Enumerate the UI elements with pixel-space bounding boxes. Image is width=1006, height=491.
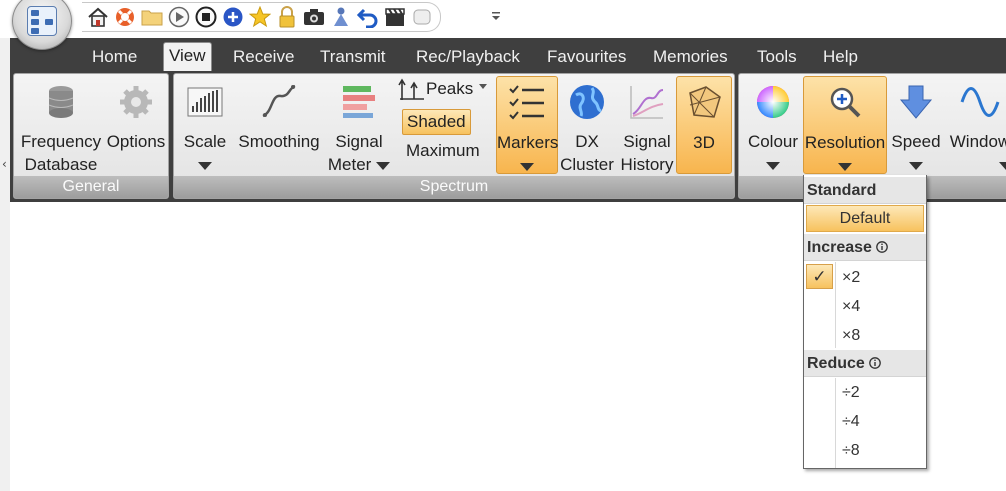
peaks-button[interactable]: Peaks [398, 78, 496, 102]
3d-button[interactable]: 3D [676, 76, 732, 174]
gear-icon [120, 86, 152, 118]
peaks-dropdown-icon[interactable] [478, 83, 488, 91]
menu-item-x8[interactable]: ×8 [804, 321, 926, 350]
tab-receive[interactable]: Receive [233, 46, 294, 71]
menu-item-default[interactable]: Default [806, 205, 924, 232]
globe-icon [570, 85, 604, 119]
ribbon-tab-strip: Home View Receive Transmit Rec/Playback … [10, 38, 1006, 71]
frequency-database-button[interactable]: Frequency Database [18, 76, 104, 174]
group-title-spectrum: Spectrum [174, 176, 734, 198]
star-icon[interactable] [248, 5, 272, 29]
tab-view[interactable]: View [163, 42, 212, 71]
tab-help[interactable]: Help [823, 46, 858, 71]
window-button[interactable]: Window [945, 76, 1006, 174]
maximum-toggle[interactable]: Maximum [406, 140, 480, 162]
tab-favourites[interactable]: Favourites [547, 46, 626, 71]
options-button[interactable]: Options [104, 76, 168, 174]
info-icon [876, 241, 889, 253]
group-spectrum: Scale Smoothing Signal Meter Peaks Shade… [173, 73, 735, 199]
colour-wheel-icon [757, 86, 789, 118]
markers-icon [509, 85, 544, 120]
clapper-icon[interactable] [383, 5, 407, 29]
edge-mark: ‹ [2, 157, 7, 171]
tab-home[interactable]: Home [92, 46, 137, 71]
scale-dropdown-caret[interactable] [180, 154, 230, 176]
tab-memories[interactable]: Memories [653, 46, 728, 71]
menu-header-standard: Standard [804, 177, 926, 204]
3d-icon [689, 86, 721, 118]
stop-icon[interactable] [194, 5, 218, 29]
peaks-icon [398, 78, 424, 100]
menu-item-div8[interactable]: ÷8 [804, 436, 926, 465]
arrow-down-icon [899, 85, 933, 119]
database-icon [48, 86, 74, 118]
app-logo-icon [27, 6, 57, 36]
menu-header-reduce: Reduce [804, 350, 926, 377]
window-dropdown-caret[interactable] [945, 154, 1006, 176]
record-icon[interactable] [410, 5, 434, 29]
shaded-toggle[interactable]: Shaded [402, 109, 471, 135]
window-left-edge [0, 38, 10, 491]
signal-history-icon [630, 86, 664, 119]
dx-cluster-button[interactable]: DX Cluster [560, 76, 614, 174]
lock-icon[interactable] [275, 5, 299, 29]
group-general: Frequency Database Options General [13, 73, 169, 199]
colour-dropdown-caret[interactable] [745, 154, 801, 176]
smoothing-icon [262, 84, 296, 118]
quick-access-icons [82, 2, 441, 32]
info-icon [869, 357, 882, 369]
menu-item-x4[interactable]: ×4 [804, 292, 926, 321]
smoothing-button[interactable]: Smoothing [234, 76, 324, 174]
quick-access-toolbar [0, 0, 1006, 50]
signal-meter-button[interactable]: Signal Meter [326, 76, 392, 174]
menu-item-div2[interactable]: ÷2 [804, 378, 926, 407]
signal-meter-caret[interactable] [376, 162, 391, 170]
check-icon: ✓ [806, 264, 833, 289]
colour-button[interactable]: Colour [745, 76, 801, 174]
folder-icon[interactable] [140, 5, 164, 29]
resolution-button[interactable]: Resolution [803, 76, 887, 174]
resolution-dropdown-menu: Standard Default Increase ✓ ×2 ×4 ×8 Red… [803, 175, 927, 469]
menu-item-x2[interactable]: ✓ ×2 [804, 263, 926, 292]
customize-toolbar-icon[interactable] [490, 8, 502, 22]
speed-button[interactable]: Speed [889, 76, 943, 174]
tab-tools[interactable]: Tools [757, 46, 797, 71]
plus-circle-icon[interactable] [221, 5, 245, 29]
person-icon[interactable] [329, 5, 353, 29]
group-title-general: General [14, 176, 168, 198]
lifebuoy-icon[interactable] [113, 5, 137, 29]
magnifier-plus-icon [830, 87, 861, 118]
home-icon[interactable] [86, 5, 110, 29]
signal-meter-icon [343, 86, 375, 118]
undo-icon[interactable] [356, 5, 380, 29]
speed-dropdown-caret[interactable] [889, 154, 943, 176]
play-icon[interactable] [167, 5, 191, 29]
menu-item-div4[interactable]: ÷4 [804, 407, 926, 436]
camera-icon[interactable] [302, 5, 326, 29]
tab-rec-playback[interactable]: Rec/Playback [416, 46, 520, 71]
scale-button[interactable]: Scale [180, 76, 230, 174]
markers-dropdown-caret[interactable] [497, 155, 557, 177]
menu-header-increase: Increase [804, 234, 926, 261]
signal-history-button[interactable]: Signal History [618, 76, 676, 174]
resolution-dropdown-caret[interactable] [804, 155, 886, 177]
tab-transmit[interactable]: Transmit [320, 46, 386, 71]
markers-button[interactable]: Markers [496, 76, 558, 174]
scale-icon [187, 87, 223, 117]
sine-wave-icon [960, 87, 1000, 117]
